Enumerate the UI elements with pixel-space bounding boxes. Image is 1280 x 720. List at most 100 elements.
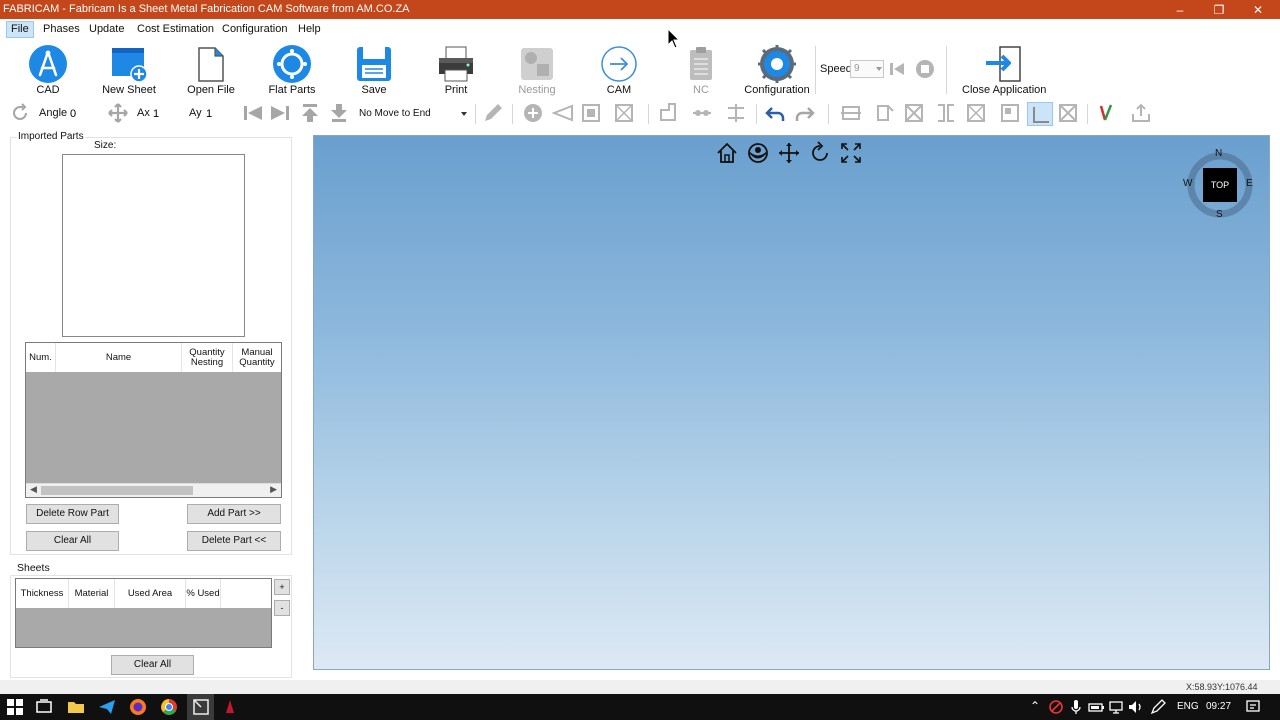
tray-expand-icon[interactable]: ⌃ xyxy=(1030,699,1040,713)
cam-button[interactable]: CAM xyxy=(579,42,659,98)
flat-parts-button[interactable]: Flat Parts xyxy=(252,42,332,98)
remove-sheet-button[interactable]: - xyxy=(274,600,290,616)
bridge-icon[interactable] xyxy=(691,102,713,124)
security-tray-icon[interactable] xyxy=(1046,697,1066,717)
frame-icon[interactable] xyxy=(580,102,602,124)
parts-table[interactable]: Num. Name Quantity Nesting Manual Quanti… xyxy=(25,342,282,498)
menu-cost-estimation[interactable]: Cost Estimation xyxy=(133,21,218,38)
file-explorer-icon[interactable] xyxy=(66,697,86,717)
print-button[interactable]: Print xyxy=(416,42,496,98)
nesting-button[interactable]: Nesting xyxy=(497,42,577,98)
close-window-button[interactable]: ✕ xyxy=(1239,0,1277,19)
column-num[interactable]: Num. xyxy=(26,343,56,372)
nc-cross-icon[interactable] xyxy=(613,102,635,124)
move-top-icon[interactable] xyxy=(299,102,321,124)
move-bottom-icon[interactable] xyxy=(328,102,350,124)
view-cube-face-top[interactable]: TOP xyxy=(1203,168,1237,202)
home-icon[interactable] xyxy=(715,141,739,165)
menu-file[interactable]: File xyxy=(6,21,34,38)
delete-part-icon[interactable] xyxy=(903,102,925,124)
clear-sheet-icon[interactable] xyxy=(1057,102,1079,124)
menu-help[interactable]: Help xyxy=(294,21,325,38)
check-mark-icon[interactable] xyxy=(1095,102,1117,124)
compass-south[interactable]: S xyxy=(1216,209,1223,220)
corner-icon[interactable] xyxy=(657,102,679,124)
angle-tool-button[interactable] xyxy=(1027,102,1053,126)
nc-button[interactable]: NC xyxy=(661,42,741,98)
clear-all-parts-button[interactable]: Clear All xyxy=(26,531,119,551)
align-icon[interactable] xyxy=(840,102,862,124)
zoom-extents-icon[interactable] xyxy=(839,141,863,165)
cad-viewport[interactable] xyxy=(313,135,1270,670)
pen-tray-icon[interactable] xyxy=(1148,697,1168,717)
notifications-icon[interactable] xyxy=(1243,697,1263,717)
compass-west[interactable]: W xyxy=(1183,178,1192,189)
move-first-icon[interactable] xyxy=(242,102,264,124)
open-file-button[interactable]: Open File xyxy=(171,42,251,98)
menu-update[interactable]: Update xyxy=(85,21,128,38)
delete-part-button[interactable]: Delete Part << xyxy=(187,531,281,551)
compass-north[interactable]: N xyxy=(1215,148,1222,159)
add-part-button[interactable]: Add Part >> xyxy=(187,504,281,524)
firefox-icon[interactable] xyxy=(128,697,148,717)
cross-frame-icon[interactable] xyxy=(965,102,987,124)
stop-icon[interactable] xyxy=(915,59,935,79)
clear-all-sheets-button[interactable]: Clear All xyxy=(111,655,194,675)
move-last-icon[interactable] xyxy=(269,102,291,124)
split-icon[interactable] xyxy=(725,102,747,124)
horizontal-scrollbar[interactable]: ◀ ▶ xyxy=(26,483,281,497)
view-cube[interactable]: TOP N S E W xyxy=(1181,146,1259,224)
minimize-button[interactable]: – xyxy=(1161,0,1199,19)
battery-icon[interactable] xyxy=(1086,697,1106,717)
compass-east[interactable]: E xyxy=(1246,178,1253,189)
column-material[interactable]: Material xyxy=(69,579,115,608)
column-manual-quantity[interactable]: Manual Quantity xyxy=(233,343,281,372)
angle-input[interactable] xyxy=(70,106,96,122)
red-app-icon[interactable] xyxy=(220,697,240,717)
taskbar-active-app[interactable] xyxy=(187,694,214,720)
column-used-area[interactable]: Used Area xyxy=(115,579,186,608)
microphone-icon[interactable] xyxy=(1066,697,1086,717)
network-icon[interactable] xyxy=(1106,697,1126,717)
add-sheet-button[interactable]: + xyxy=(274,579,290,595)
cad-button[interactable]: CAD xyxy=(8,42,88,98)
new-sheet-button[interactable]: New Sheet xyxy=(89,42,169,98)
pan-icon[interactable] xyxy=(777,141,801,165)
move-mode-select[interactable]: No Move to End xyxy=(355,104,469,122)
task-view-icon[interactable] xyxy=(34,697,54,717)
delete-row-part-button[interactable]: Delete Row Part xyxy=(26,504,119,524)
speed-select[interactable]: 9 xyxy=(850,60,884,78)
add-circle-icon[interactable] xyxy=(522,102,544,124)
system-clock[interactable]: 09:27 xyxy=(1206,701,1231,712)
chrome-icon[interactable] xyxy=(159,697,179,717)
move-arrows-icon[interactable] xyxy=(107,102,129,124)
export-icon[interactable] xyxy=(1130,102,1152,124)
rotate-view-icon[interactable] xyxy=(808,141,832,165)
lead-in-icon[interactable] xyxy=(552,102,574,124)
rotate-part-icon[interactable] xyxy=(874,102,896,124)
input-language[interactable]: ENG xyxy=(1177,701,1199,712)
save-button[interactable]: Save xyxy=(334,42,414,98)
orbit-icon[interactable] xyxy=(746,141,770,165)
menu-configuration[interactable]: Configuration xyxy=(218,21,291,38)
scrollbar-thumb[interactable] xyxy=(41,486,193,495)
undo-icon[interactable] xyxy=(764,102,786,124)
column-quantity-nesting[interactable]: Quantity Nesting xyxy=(182,343,233,372)
close-application-button[interactable]: Close Application xyxy=(962,42,1046,98)
pen-icon[interactable] xyxy=(482,102,504,124)
ay-input[interactable] xyxy=(206,106,236,122)
scroll-left-icon[interactable]: ◀ xyxy=(30,484,37,495)
column-percent-used[interactable]: % Used xyxy=(186,579,221,608)
step-back-icon[interactable] xyxy=(887,59,907,79)
paper-plane-icon[interactable] xyxy=(97,697,117,717)
column-thickness[interactable]: Thickness xyxy=(16,579,69,608)
sheets-table[interactable]: Thickness Material Used Area % Used xyxy=(15,578,272,648)
rotate-icon[interactable] xyxy=(9,102,31,124)
menu-phases[interactable]: Phases xyxy=(39,21,84,38)
column-name[interactable]: Name xyxy=(56,343,182,372)
maximize-button[interactable]: ❐ xyxy=(1200,0,1238,19)
windows-start-icon[interactable] xyxy=(5,697,25,717)
mirror-icon[interactable] xyxy=(935,102,957,124)
ax-input[interactable] xyxy=(153,106,183,122)
rectangle-icon[interactable] xyxy=(999,102,1021,124)
